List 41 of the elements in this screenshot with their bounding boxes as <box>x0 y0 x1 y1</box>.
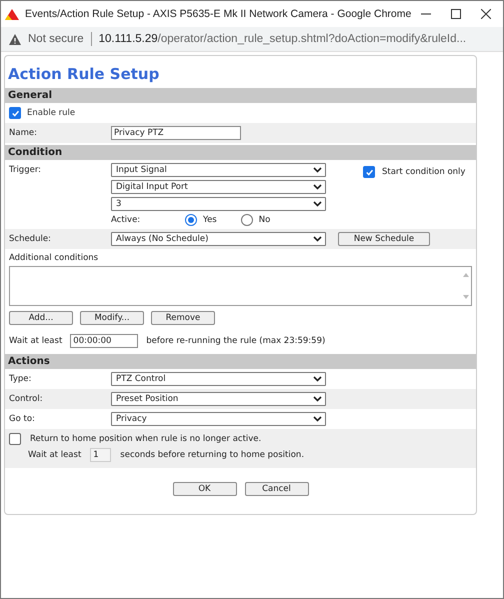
seconds-field[interactable]: 1 <box>90 448 112 462</box>
field-label: Name: <box>9 128 38 138</box>
radio-label: Yes <box>203 215 217 225</box>
dropdown[interactable]: PTZ Control <box>111 372 326 386</box>
field-label: Wait at least <box>28 450 82 460</box>
field-label: Trigger: <box>9 164 42 175</box>
dropdown[interactable]: Privacy <box>111 412 326 426</box>
field-label: Wait at least <box>9 336 62 346</box>
section-header: Condition <box>5 145 476 160</box>
cancel-button[interactable]: Cancel <box>244 482 308 496</box>
section-header: General <box>5 88 476 103</box>
dropdown[interactable]: Always (No Schedule) <box>111 232 326 246</box>
window-title: Events/Action Rule Setup - AXIS P5635-E Mk II Network Camera - Google Chrome <box>25 8 412 20</box>
list-button[interactable]: Add... <box>9 311 73 325</box>
url-text: 10.111.5.29/operator/action_rule_setup.shtml?doAction=modify&ruleId... <box>98 33 466 45</box>
field-label: Control: <box>9 394 44 404</box>
radio-label: No <box>258 215 270 225</box>
dropdown[interactable]: Input Signal <box>111 163 326 177</box>
dropdown[interactable]: Digital Input Port <box>111 180 326 194</box>
field-label: Active: <box>111 215 142 225</box>
dropdown[interactable]: Preset Position <box>111 392 326 406</box>
security-label: Not secure <box>28 33 84 45</box>
dropdown[interactable]: 3 <box>111 197 326 211</box>
page-title: Action Rule Setup <box>7 64 160 85</box>
checkbox-label: Enable rule <box>27 108 76 118</box>
field-label: Schedule: <box>9 234 52 244</box>
hint-text: seconds before returning to home position. <box>120 450 304 460</box>
ok-button[interactable]: OK <box>172 482 236 496</box>
section-label: Additional conditions <box>9 253 98 263</box>
field-label: Go to: <box>9 414 36 424</box>
time-field[interactable]: 00:00:00 <box>70 334 138 348</box>
field-label: Type: <box>9 374 32 384</box>
section-header: Actions <box>5 354 476 369</box>
checkbox-label: Start condition only <box>382 167 466 177</box>
new-schedule-button[interactable]: New Schedule <box>338 232 430 246</box>
hint-text: before re-running the rule (max 23:59:59) <box>146 336 326 346</box>
list-button[interactable]: Remove <box>151 311 215 325</box>
address-bar[interactable]: Not secure 10.111.5.29/operator/action_rule_setup.shtml?doAction=modify&ruleId... <box>1 27 503 52</box>
name-field[interactable]: Privacy PTZ <box>111 126 241 140</box>
checkbox-label: Return to home position when rule is no longer active. <box>30 434 262 444</box>
list-button[interactable]: Modify... <box>80 311 144 325</box>
